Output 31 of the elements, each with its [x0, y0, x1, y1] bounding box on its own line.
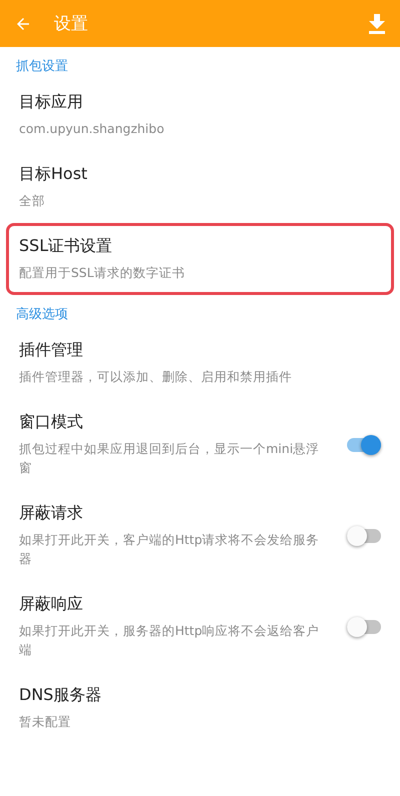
toggle-switch[interactable]: [347, 528, 381, 542]
section-header: 高级选项: [15, 306, 69, 324]
item-title: SSL证书设置: [19, 236, 114, 257]
item-summary: 如果打开此开关，服务器的Http响应将不会返给客户端: [19, 622, 320, 659]
item-summary: 全部: [19, 192, 46, 210]
settings-item[interactable]: DNS服务器 暂未配置: [6, 672, 394, 744]
settings-item[interactable]: SSL证书设置 配置用于SSL请求的数字证书: [6, 223, 394, 295]
section-header: 抓包设置: [15, 58, 69, 76]
settings-item[interactable]: 窗口模式 抓包过程中如果应用退回到后台，显示一个mini悬浮窗: [6, 399, 394, 490]
toggle-switch[interactable]: [347, 438, 381, 452]
item-summary: 暂未配置: [19, 713, 72, 731]
toggle-switch[interactable]: [347, 620, 381, 634]
item-summary: 配置用于SSL请求的数字证书: [19, 264, 186, 282]
item-summary: 插件管理器，可以添加、删除、启用和禁用插件: [19, 368, 293, 386]
app-bar-title: 设置: [54, 13, 89, 35]
item-summary: com.upyun.shangzhibo: [19, 120, 166, 138]
settings-item[interactable]: 屏蔽响应 如果打开此开关，服务器的Http响应将不会返给客户端: [6, 581, 394, 672]
item-title: 屏蔽请求: [19, 503, 84, 524]
settings-item[interactable]: 插件管理 插件管理器，可以添加、删除、启用和禁用插件: [6, 327, 394, 399]
settings-item[interactable]: 目标应用 com.upyun.shangzhibo: [6, 79, 394, 151]
settings-item[interactable]: 目标Host 全部: [6, 151, 394, 223]
item-title: 目标应用: [19, 92, 84, 113]
item-title: DNS服务器: [19, 685, 102, 706]
item-title: 屏蔽响应: [19, 594, 84, 615]
item-summary: 抓包过程中如果应用退回到后台，显示一个mini悬浮窗: [19, 440, 320, 477]
download-icon[interactable]: [368, 14, 386, 34]
item-title: 目标Host: [19, 164, 88, 185]
item-title: 插件管理: [19, 340, 84, 361]
item-summary: 如果打开此开关，客户端的Http请求将不会发给服务器: [19, 531, 320, 568]
item-title: 窗口模式: [19, 412, 84, 433]
settings-item[interactable]: 屏蔽请求 如果打开此开关，客户端的Http请求将不会发给服务器: [6, 490, 394, 581]
